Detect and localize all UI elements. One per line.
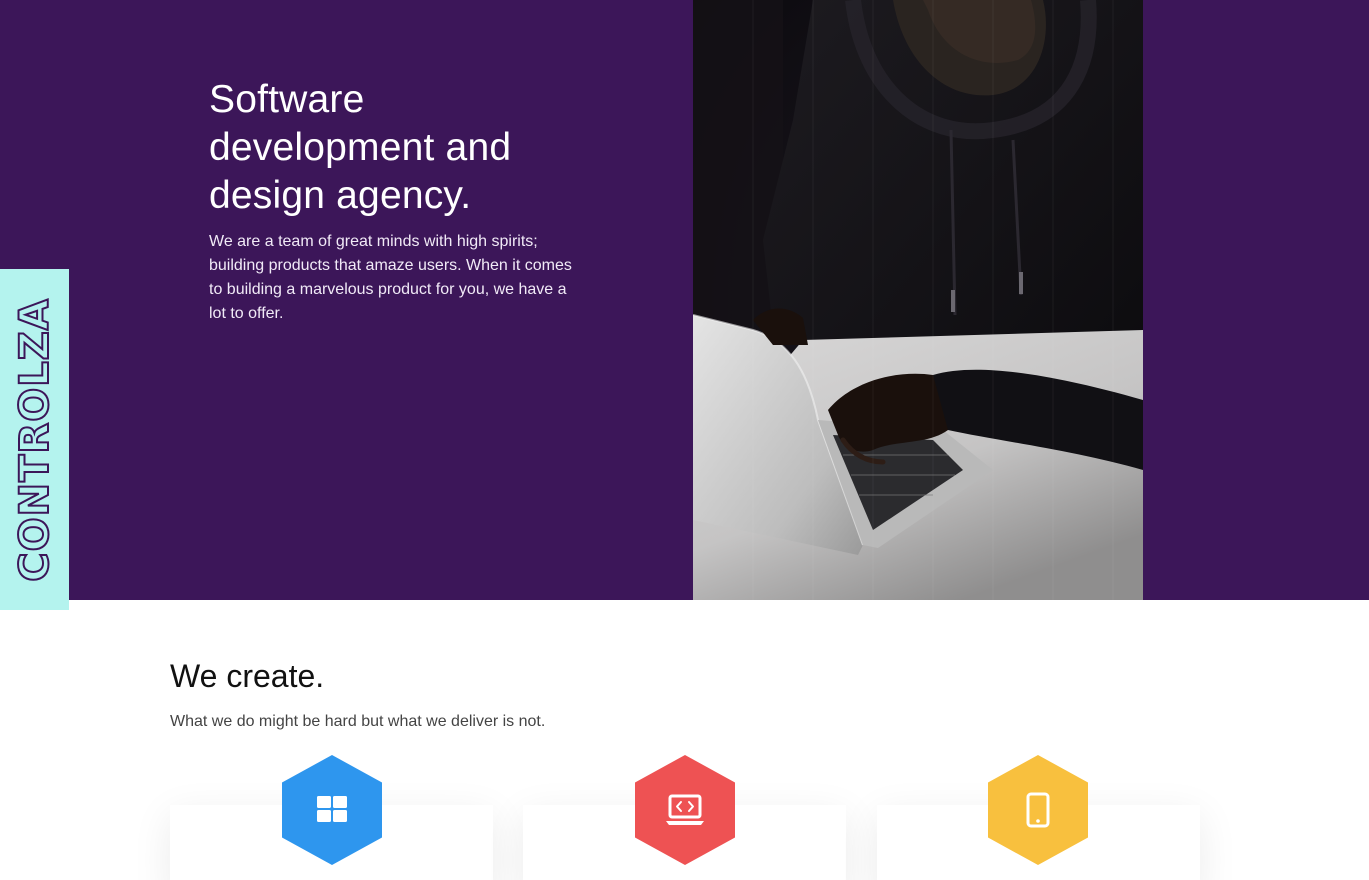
- hero-title: Software development and design agency.: [209, 78, 512, 217]
- windows-grid-icon: [282, 755, 382, 865]
- smartphone-icon: [988, 755, 1088, 865]
- hero-text-block: Software development and design agency. …: [209, 76, 579, 326]
- hero-description: We are a team of great minds with high s…: [209, 233, 572, 322]
- services-intro: We create. What we do might be hard but …: [170, 656, 545, 732]
- services-title: We create.: [170, 658, 325, 694]
- services-subtitle: What we do might be hard but what we del…: [170, 713, 546, 730]
- laptop-code-icon: [635, 755, 735, 865]
- hero-section: Software development and design agency. …: [0, 0, 1369, 600]
- brand-logo-text: CONTROLZA: [11, 297, 59, 582]
- hacker-laptop-photo: [693, 0, 1143, 600]
- hero-photo: [693, 0, 1143, 600]
- brand-logo-tab[interactable]: CONTROLZA: [0, 269, 69, 610]
